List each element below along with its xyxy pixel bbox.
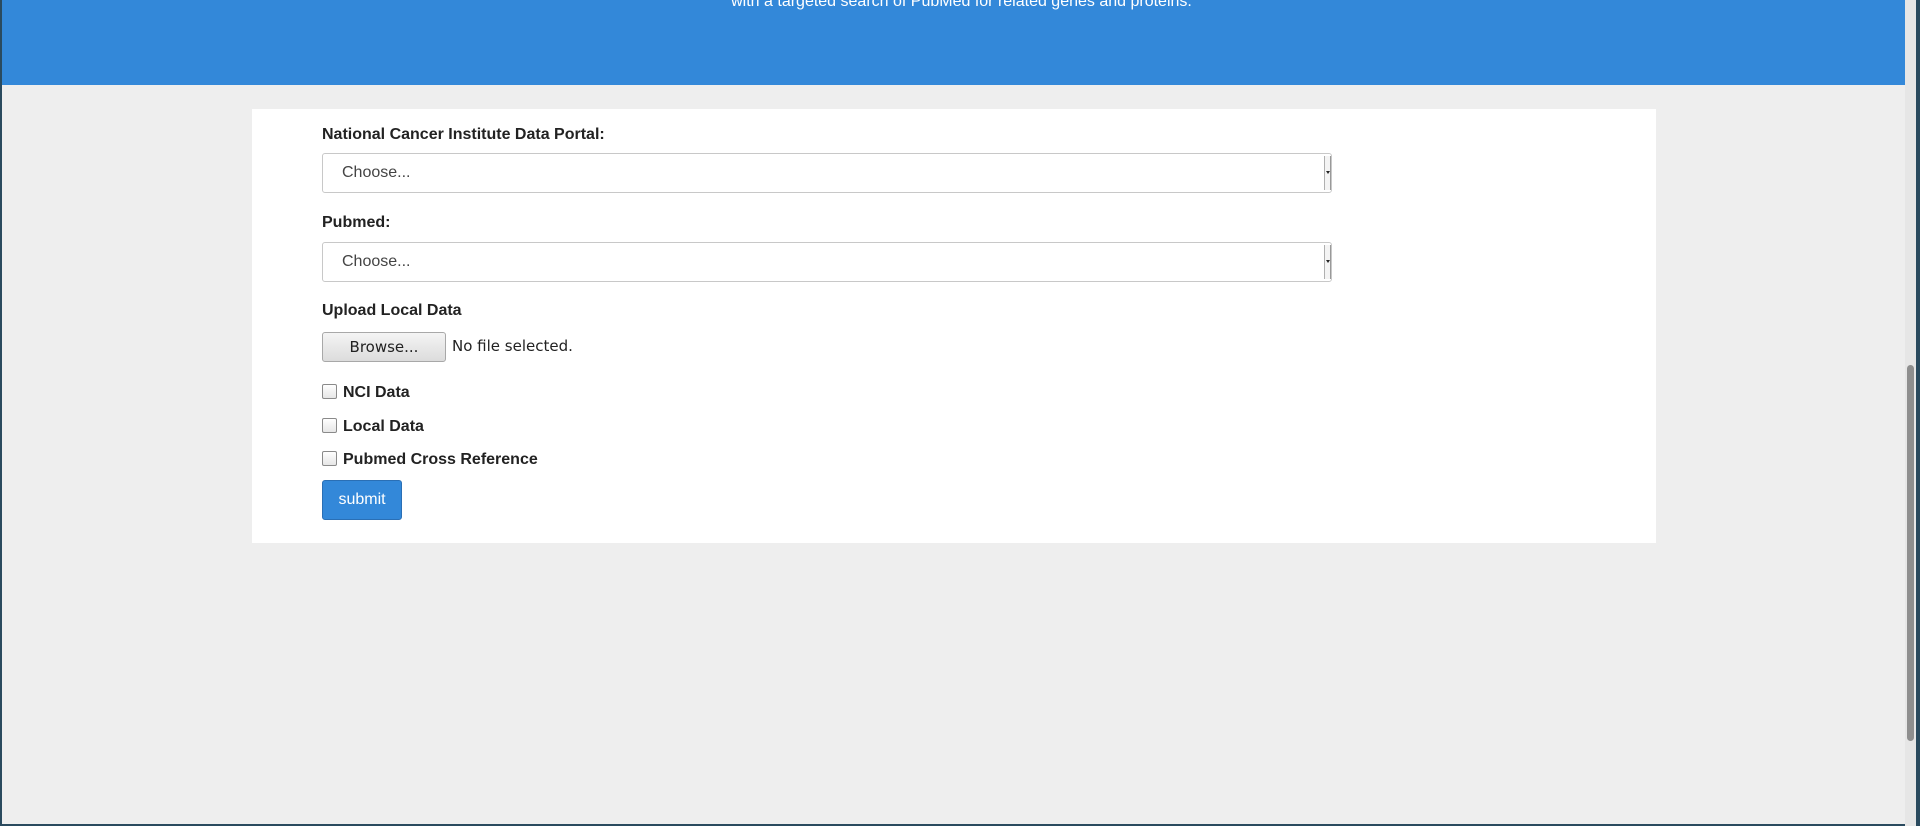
nci-data-label: NCI Data [343, 384, 410, 401]
file-status-text: No file selected. [452, 337, 573, 355]
pubmed-select[interactable]: Choose... [322, 242, 1332, 282]
pubmed-selected-value: Choose... [342, 253, 411, 270]
nci-portal-label: National Cancer Institute Data Portal: [322, 126, 605, 143]
browse-button[interactable]: Browse... [322, 332, 446, 362]
chevron-down-icon [1324, 156, 1331, 190]
local-data-checkbox[interactable] [322, 418, 337, 433]
vertical-scrollbar[interactable] [1905, 0, 1916, 826]
nci-data-checkbox[interactable] [322, 384, 337, 399]
local-data-label: Local Data [343, 418, 424, 435]
pubmed-label: Pubmed: [322, 214, 391, 231]
nci-portal-select[interactable]: Choose... [322, 153, 1332, 193]
hero-text: with a targeted search of PubMed for rel… [731, 0, 1192, 10]
nci-portal-selected-value: Choose... [342, 164, 411, 181]
form-panel: National Cancer Institute Data Portal: C… [252, 109, 1656, 543]
submit-button[interactable]: submit [322, 480, 402, 520]
pubmed-cross-reference-checkbox[interactable] [322, 451, 337, 466]
scrollbar-thumb[interactable] [1907, 365, 1914, 741]
upload-label: Upload Local Data [322, 302, 462, 319]
screen-edge [1916, 0, 1920, 826]
hero-banner: with a targeted search of PubMed for rel… [2, 0, 1905, 85]
pubmed-cross-reference-label: Pubmed Cross Reference [343, 451, 538, 468]
chevron-down-icon [1324, 245, 1331, 279]
